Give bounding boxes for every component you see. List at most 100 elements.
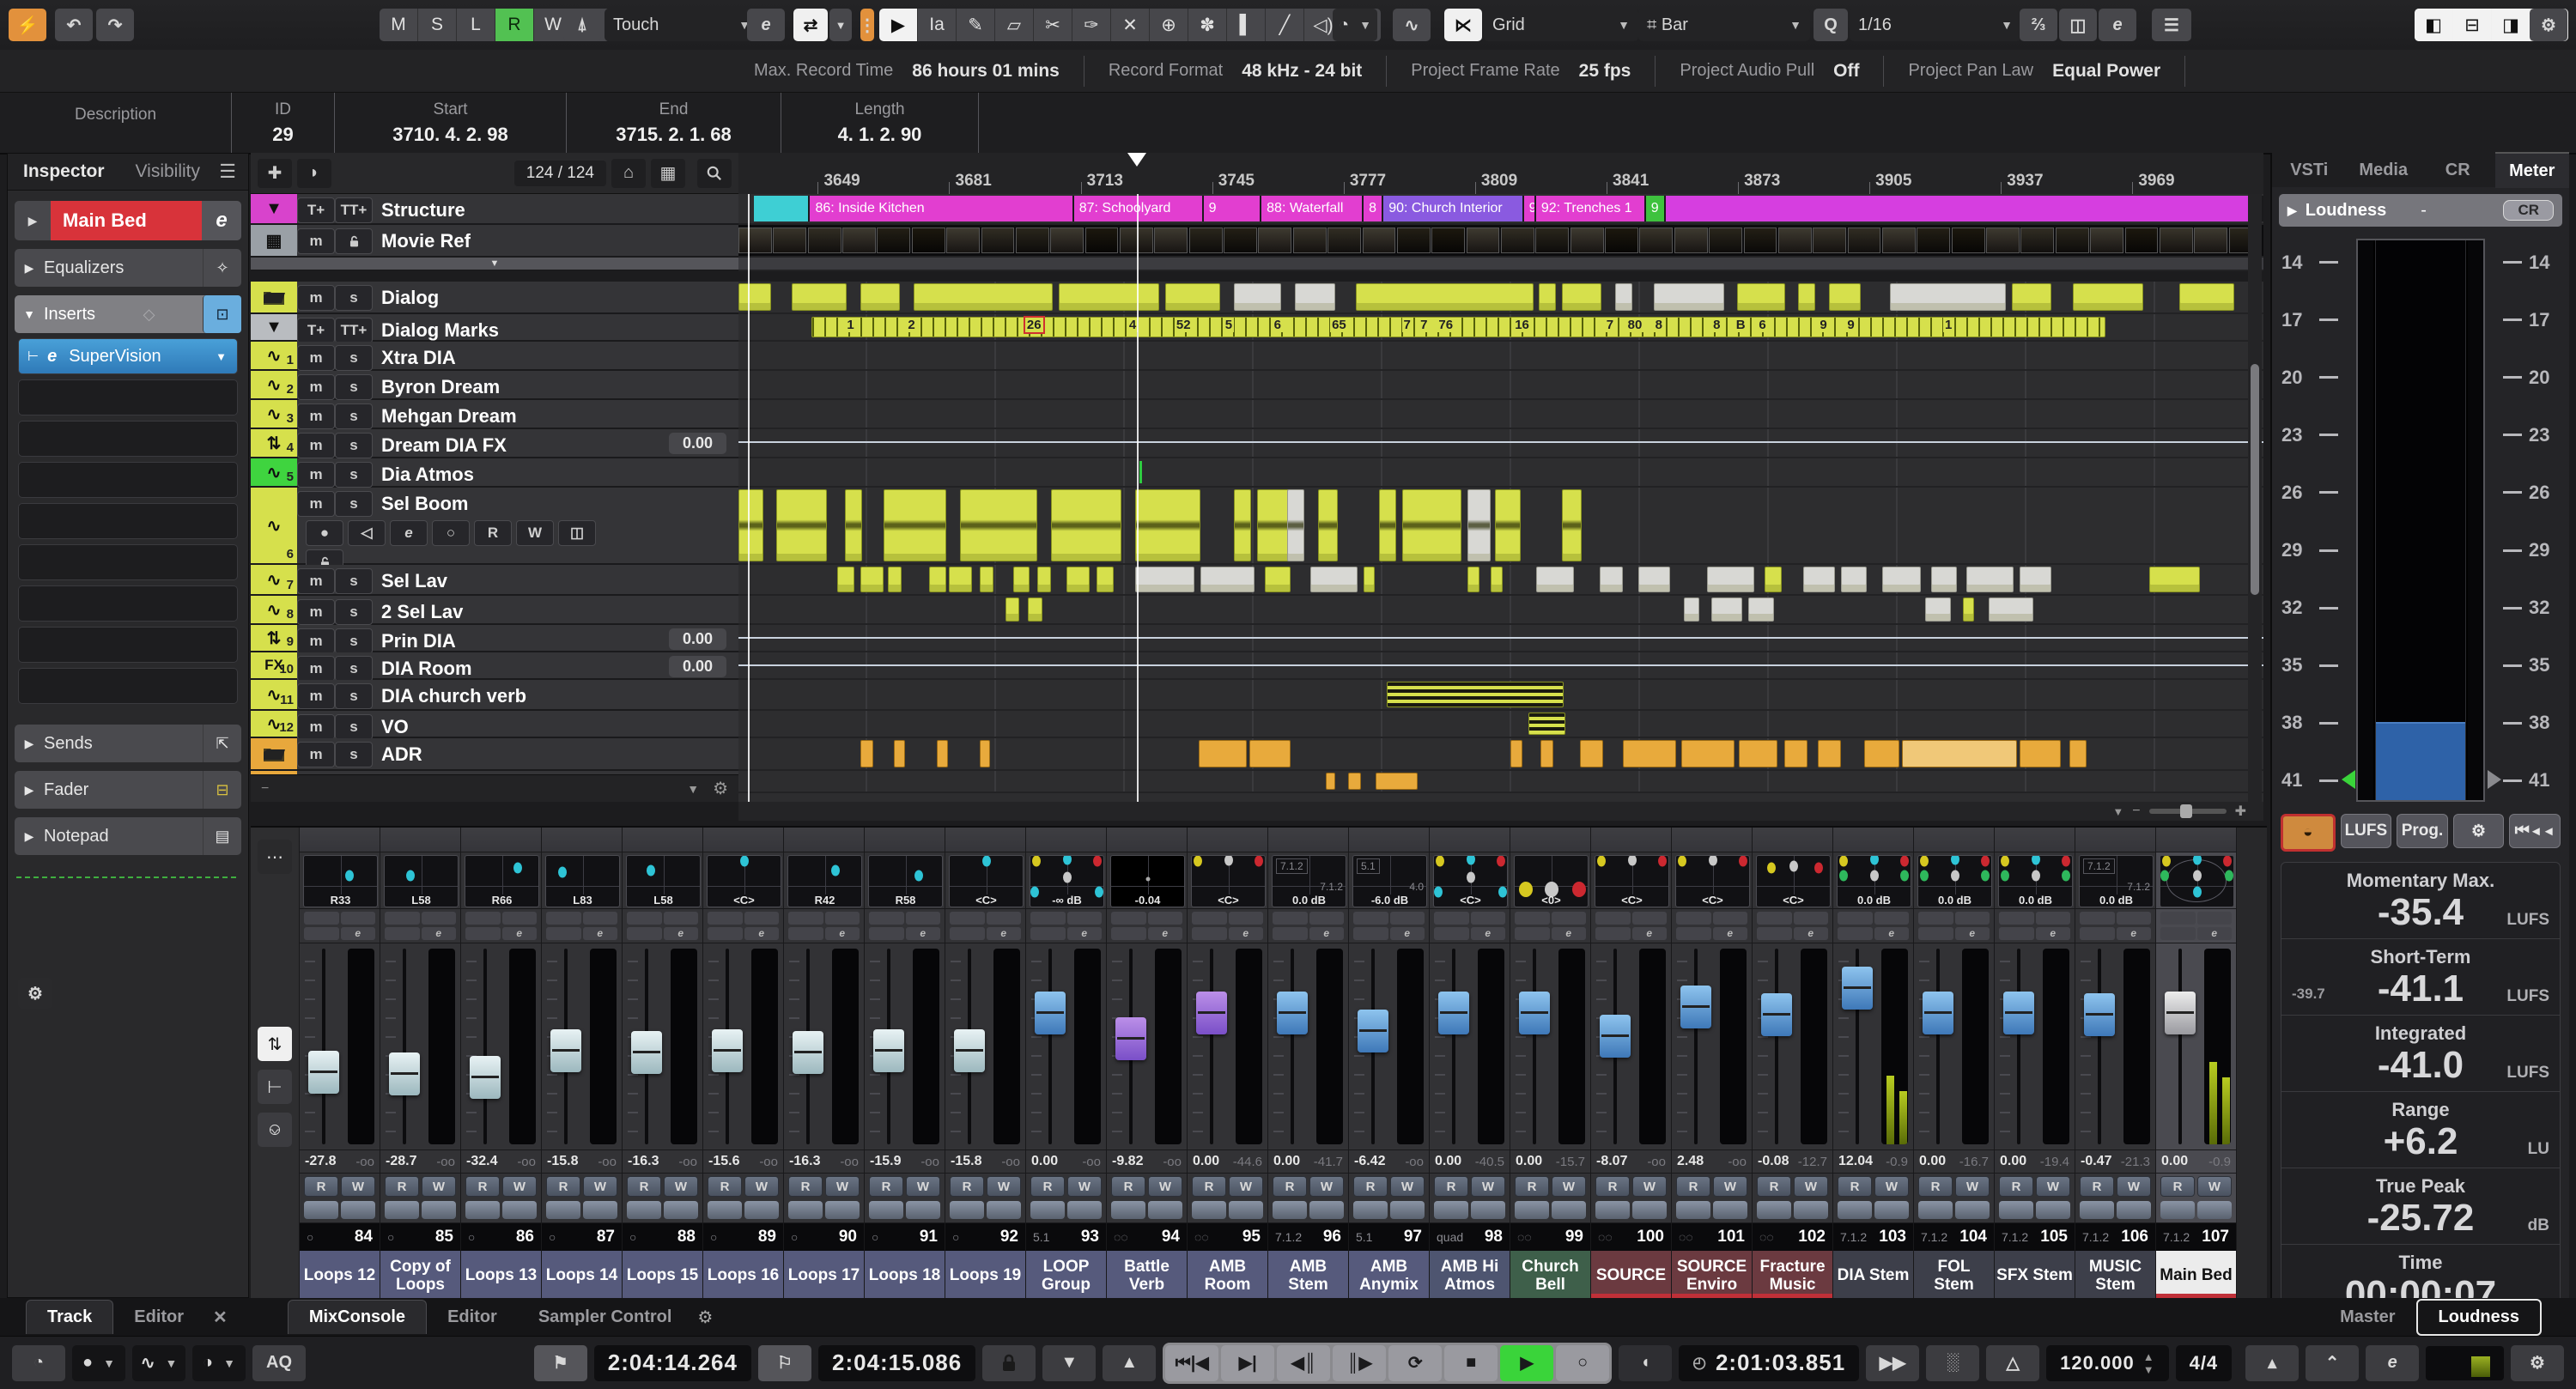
pan-display[interactable]: <C> (949, 855, 1024, 907)
mixer-channel-88[interactable]: L58e-16.3-ooRW○88Loops 15 (623, 828, 703, 1300)
monitor-button[interactable] (1918, 1201, 1953, 1219)
track-row-2-sel-lav[interactable]: ∿8ms2 Sel Lav (251, 596, 738, 625)
pan-display[interactable]: 7.1.27.1.20.0 dB (2079, 855, 2154, 907)
audio-event[interactable] (1600, 567, 1623, 592)
fader-handle[interactable] (1196, 992, 1227, 1034)
track-button-m[interactable]: m (297, 433, 335, 458)
write-button[interactable]: W (1067, 1176, 1102, 1197)
channel-name[interactable]: Loops 19 (945, 1251, 1025, 1300)
write-button[interactable]: W (664, 1176, 698, 1197)
channel-pan[interactable] (2156, 852, 2236, 909)
channel-name[interactable]: SOURCE (1591, 1251, 1671, 1300)
tab-editor-left[interactable]: Editor (113, 1301, 204, 1334)
fader-handle[interactable] (389, 1052, 420, 1095)
mixer-channel-93[interactable]: -∞ dBe0.00-ooRW5.193LOOP Group (1026, 828, 1107, 1300)
right-tab-media[interactable]: Media (2347, 153, 2421, 187)
dialog-marks-bar[interactable] (811, 317, 2105, 337)
search-tracks-icon[interactable] (697, 159, 732, 188)
write-button[interactable]: W (906, 1176, 940, 1197)
track-state-l[interactable]: L (457, 9, 495, 41)
read-button[interactable]: R (1999, 1176, 2033, 1197)
audio-event[interactable] (1966, 567, 2014, 592)
track-button-s[interactable]: s (335, 599, 373, 625)
channel-rack[interactable] (1268, 828, 1348, 852)
channel-fader-area[interactable] (2156, 943, 2236, 1150)
read-button[interactable]: R (1273, 1176, 1307, 1197)
channel-pan[interactable]: -∞ dB (1026, 852, 1106, 909)
channel-rack[interactable] (945, 828, 1025, 852)
audio-event[interactable] (1615, 283, 1632, 311)
audio-event[interactable] (2020, 740, 2061, 767)
channel-fader-area[interactable] (380, 943, 460, 1150)
insert-slot-empty[interactable] (18, 503, 238, 539)
event-lane-sel-lav[interactable] (738, 565, 2263, 596)
channel-rack[interactable] (703, 828, 783, 852)
mixer-channel-101[interactable]: <C>e2.48-ooRW◌◌101SOURCE Enviro (1672, 828, 1753, 1300)
track-button-s[interactable]: s (335, 285, 373, 311)
section-fader[interactable]: ▶Fader⊟ (15, 771, 241, 809)
track-button-m[interactable]: m (297, 714, 335, 740)
audio-activity-dropdown[interactable]: ∿▼ (132, 1345, 185, 1381)
section-notepad[interactable]: ▶Notepad▤ (15, 817, 241, 855)
range-selection-tool[interactable]: Ia (918, 9, 956, 41)
mixer-channel-97[interactable]: 5.14.0-6.0 dBe-6.42-ooRW5.197AMB Anymix (1349, 828, 1430, 1300)
channel-fader-area[interactable] (1026, 943, 1106, 1150)
inspector-track-name[interactable]: Main Bed (51, 201, 202, 240)
track-scale-caret[interactable]: ▼ (687, 782, 699, 796)
write-button[interactable]: W (1390, 1176, 1425, 1197)
left-locator-flag[interactable]: ⚑ (534, 1345, 587, 1381)
channel-name[interactable]: FOL Stem (1914, 1251, 1994, 1300)
marker-cycle-button[interactable]: ⌃ (2306, 1345, 2359, 1381)
track-name[interactable]: Sel Lav (381, 570, 447, 592)
audio-event[interactable] (1829, 283, 1862, 311)
mixer-channel-86[interactable]: R66e-32.4-ooRW○86Loops 13 (461, 828, 542, 1300)
audio-event[interactable] (1580, 740, 1603, 767)
marker-segment[interactable]: 88: Waterfall (1261, 196, 1364, 221)
audio-event[interactable] (2020, 567, 2052, 592)
right-locator-flag[interactable]: ⚐ (758, 1345, 811, 1381)
metronome-button[interactable]: △ (1986, 1345, 2039, 1381)
channel-volume-value[interactable]: -32.4 (466, 1154, 497, 1169)
channel-rack[interactable] (1833, 828, 1913, 852)
channel-fader-area[interactable] (1107, 943, 1187, 1150)
event-lane-2-sel-lav[interactable] (738, 596, 2263, 625)
monitor-button[interactable] (546, 1201, 580, 1219)
marker-segment[interactable]: 9 (1204, 196, 1261, 221)
track-name[interactable]: Dialog (381, 287, 439, 309)
channel-pan[interactable]: 0.0 dB (1995, 852, 2075, 909)
channel-fader-area[interactable] (461, 943, 541, 1150)
monitor-button[interactable] (2160, 1201, 2195, 1219)
fader-handle[interactable] (873, 1029, 904, 1072)
audio-event[interactable] (1510, 740, 1522, 767)
channel-name[interactable]: LOOP Group (1026, 1251, 1106, 1300)
audio-event[interactable] (1540, 740, 1552, 767)
audio-event[interactable] (1348, 773, 1360, 790)
channel-name[interactable]: AMB Hi Atmos (1430, 1251, 1510, 1300)
pan-display[interactable]: R66 (465, 855, 539, 907)
monitor-button[interactable] (1757, 1201, 1791, 1219)
audio-event[interactable] (860, 567, 884, 592)
event-lane-structure[interactable]: 86: Inside Kitchen87: Schoolyard988: Wat… (738, 194, 2263, 225)
record-enable-button[interactable] (664, 1201, 698, 1219)
monitor-button[interactable] (1434, 1201, 1468, 1219)
write-button[interactable]: W (341, 1176, 375, 1197)
audio-event[interactable] (1882, 567, 1921, 592)
read-button[interactable]: R (708, 1176, 742, 1197)
pan-display[interactable]: <C> (1756, 855, 1831, 907)
punch-in-button[interactable]: ▼ (1042, 1345, 1096, 1381)
channel-rack[interactable] (1510, 828, 1590, 852)
channel-fader-area[interactable] (945, 943, 1025, 1150)
midi-activity-dropdown[interactable]: ◑▼ (192, 1345, 246, 1381)
mixer-channel-84[interactable]: R33e-27.8-ooRW○84Loops 12 (300, 828, 380, 1300)
audio-event[interactable] (1784, 740, 1807, 767)
channel-volume-value[interactable]: 0.00 (1435, 1154, 1461, 1169)
event-display[interactable]: 86: Inside Kitchen87: Schoolyard988: Wat… (738, 194, 2263, 802)
iterative-quantize-button[interactable]: ⅔ (2020, 9, 2057, 41)
channel-volume-value[interactable]: 0.00 (1516, 1154, 1542, 1169)
automation-mode-dropdown[interactable]: Touch▼ (605, 9, 759, 41)
record-enable-button[interactable] (1390, 1201, 1425, 1219)
track-row-dia-church-verb[interactable]: ∿11msDIA church verb (251, 680, 738, 711)
inspector-menu-icon[interactable]: ☰ (219, 161, 236, 183)
read-button[interactable]: R (1676, 1176, 1710, 1197)
mixer-channel-94[interactable]: -0.04e-9.82-ooRW◌◌94Battle Verb (1107, 828, 1188, 1300)
